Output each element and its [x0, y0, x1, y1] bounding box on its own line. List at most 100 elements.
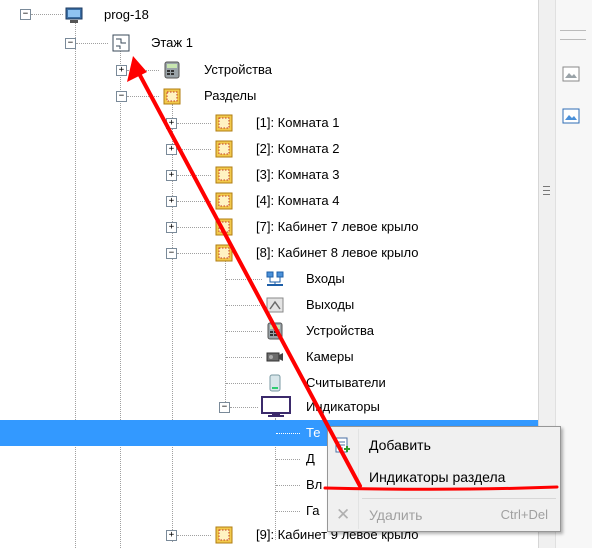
tree-item-label: Д	[306, 451, 315, 466]
expand-toggle[interactable]: +	[166, 170, 177, 181]
room-icon	[215, 218, 233, 236]
tree-line	[177, 227, 211, 228]
tree-item-label: Устройства	[204, 62, 273, 77]
menu-item-label: Добавить	[369, 437, 431, 453]
tree-line	[177, 201, 211, 202]
tree-item-label: Те	[306, 425, 321, 440]
collapse-toggle[interactable]: −	[65, 38, 76, 49]
tree-item-label: [7]: Кабинет 7 левое крыло	[256, 219, 419, 234]
expand-toggle[interactable]: +	[116, 65, 127, 76]
tree-item-label: [1]: Комната 1	[256, 115, 340, 130]
toolbar-separator	[560, 30, 586, 40]
room-icon	[215, 114, 233, 132]
image-edit-icon[interactable]	[562, 108, 580, 124]
tree-line	[276, 511, 300, 512]
tree-item-room[interactable]: + [3]: Комната 3	[0, 162, 538, 188]
collapse-toggle[interactable]: −	[219, 402, 230, 413]
tree-item-devices-child[interactable]: Устройства	[0, 318, 538, 344]
tree-line	[226, 279, 262, 280]
tree-item-label: Этаж 1	[151, 35, 193, 50]
tree-item-label: Индикаторы	[306, 399, 380, 414]
image-icon[interactable]	[562, 66, 580, 82]
tree-item-label: Камеры	[306, 349, 354, 364]
tree-item-label: Га	[306, 503, 320, 518]
tree-item-room[interactable]: + [2]: Комната 2	[0, 136, 538, 162]
sections-icon	[163, 88, 181, 105]
monitor-icon	[261, 396, 291, 417]
expand-toggle[interactable]: +	[166, 222, 177, 233]
expand-toggle[interactable]: +	[166, 118, 177, 129]
inputs-icon	[266, 271, 284, 286]
tree-line	[177, 175, 211, 176]
menu-item-label: Индикаторы раздела	[369, 469, 506, 485]
tree-item-label: Входы	[306, 271, 345, 286]
add-icon	[335, 437, 350, 453]
tree-item-room[interactable]: + [4]: Комната 4	[0, 188, 538, 214]
tree-item-devices[interactable]: + Устройства	[0, 57, 538, 83]
room-icon	[215, 526, 233, 544]
tree-item-label: Считыватели	[306, 375, 386, 390]
collapse-toggle[interactable]: −	[166, 248, 177, 259]
tree-item-room[interactable]: + [7]: Кабинет 7 левое крыло	[0, 214, 538, 240]
tree-line	[127, 70, 159, 71]
tree-item-indicators[interactable]: − Индикаторы	[0, 394, 538, 420]
room-icon	[215, 192, 233, 210]
tree-line	[276, 459, 300, 460]
tree-line	[177, 253, 211, 254]
card-reader-icon	[269, 374, 281, 392]
tree-line	[31, 14, 63, 15]
tree-line	[177, 149, 211, 150]
tree-line	[177, 535, 211, 536]
tree-line	[127, 96, 159, 97]
tree-line	[226, 383, 262, 384]
tree-item-cameras[interactable]: Камеры	[0, 344, 538, 370]
menu-item-delete[interactable]: ✕ Удалить Ctrl+Del	[328, 499, 560, 531]
splitter-grip-icon	[543, 186, 550, 195]
menu-item-label: Удалить	[369, 507, 423, 523]
menu-item-shortcut: Ctrl+Del	[500, 507, 548, 522]
tree-line	[226, 357, 262, 358]
expand-toggle[interactable]: +	[166, 530, 177, 541]
device-icon	[267, 322, 283, 340]
expand-toggle[interactable]: +	[166, 144, 177, 155]
floor-plan-icon	[112, 34, 130, 52]
menu-item-section-indicators[interactable]: Индикаторы раздела	[328, 461, 560, 493]
delete-icon: ✕	[336, 505, 351, 525]
outputs-icon	[266, 297, 284, 313]
tree-item-sections[interactable]: − Разделы	[0, 83, 538, 109]
tree-line	[230, 407, 258, 408]
tree-line	[226, 331, 262, 332]
device-icon	[164, 61, 180, 79]
computer-icon	[65, 7, 83, 23]
tree-item-label: prog-18	[104, 7, 149, 22]
tree-line	[76, 43, 108, 44]
tree-item-room[interactable]: + [1]: Комната 1	[0, 110, 538, 136]
tree-item-label: Разделы	[204, 88, 257, 103]
tree-item-readers[interactable]: Считыватели	[0, 370, 538, 396]
tree-item-room[interactable]: − [8]: Кабинет 8 левое крыло	[0, 240, 538, 266]
tree-item-label: Выходы	[306, 297, 355, 312]
context-menu: Добавить Индикаторы раздела ✕ Удалить Ct…	[327, 426, 561, 532]
room-icon	[215, 140, 233, 158]
collapse-toggle[interactable]: −	[116, 91, 127, 102]
tree-item-outputs[interactable]: Выходы	[0, 292, 538, 318]
tree-item-label: Вл	[306, 477, 323, 492]
expand-toggle[interactable]: +	[166, 196, 177, 207]
tree-item-label: [2]: Комната 2	[256, 141, 340, 156]
tree-item-label: [4]: Комната 4	[256, 193, 340, 208]
collapse-toggle[interactable]: −	[20, 9, 31, 20]
tree-line	[276, 433, 300, 434]
tree-item-label: [3]: Комната 3	[256, 167, 340, 182]
tree-item-label: [8]: Кабинет 8 левое крыло	[256, 245, 419, 260]
room-icon	[215, 166, 233, 184]
menu-item-add[interactable]: Добавить	[328, 429, 560, 461]
tree-line	[276, 485, 300, 486]
room-icon	[215, 244, 233, 262]
tree-item-label: Устройства	[306, 323, 375, 338]
tree-item-inputs[interactable]: Входы	[0, 266, 538, 292]
tree-item-root[interactable]: − prog-18	[0, 2, 538, 28]
tree-item-floor[interactable]: − Этаж 1	[0, 30, 538, 56]
camera-icon	[266, 352, 283, 362]
tree-line	[226, 305, 262, 306]
tree-line	[177, 123, 211, 124]
